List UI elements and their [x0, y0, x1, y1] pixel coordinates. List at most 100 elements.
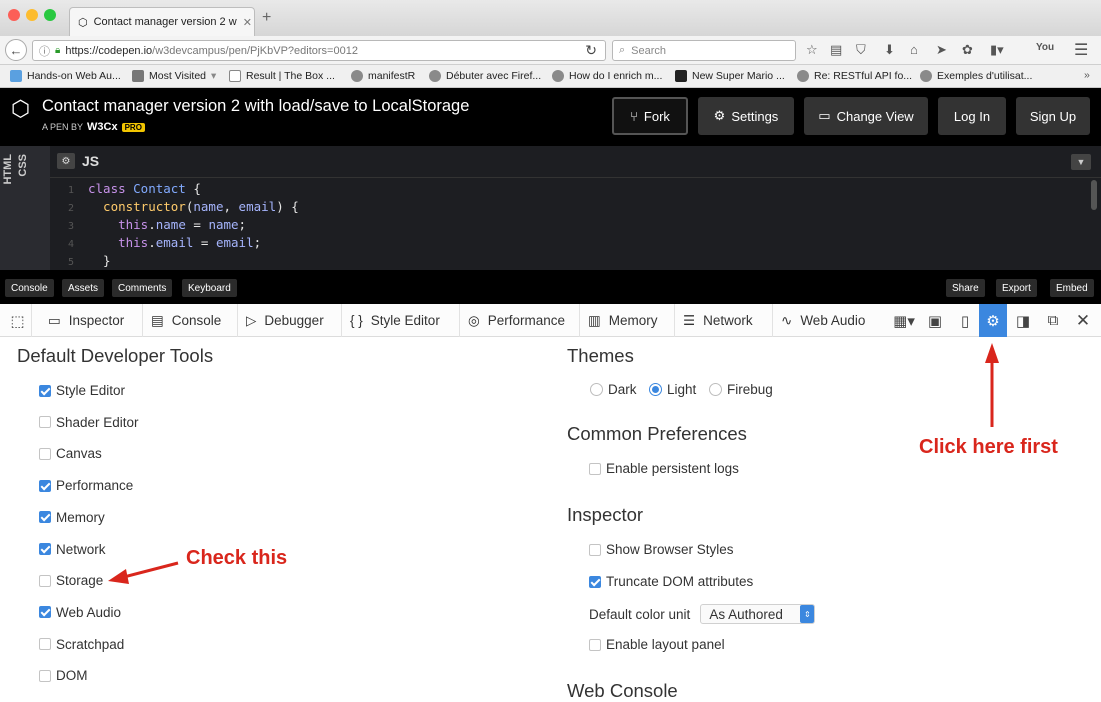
- code-token: name: [155, 217, 186, 232]
- search-placeholder: Search: [631, 44, 667, 57]
- close-tab-icon[interactable]: ✕: [243, 16, 252, 29]
- minimize-window-icon[interactable]: [26, 9, 38, 21]
- settings-gear-icon[interactable]: ⚙: [979, 304, 1007, 337]
- annotation-arrows: [108, 343, 999, 584]
- bookmark-star-icon[interactable]: ☆: [806, 42, 818, 58]
- navigation-bar: ← ⓘ 🔒︎ https://codepen.io/w3devcampus/pe…: [0, 36, 1101, 65]
- url-path: /w3devcampus/pen/PjKbVP?editors=0012: [152, 44, 358, 57]
- split-console-icon[interactable]: ▣: [921, 304, 949, 337]
- code-line[interactable]: 1 class Contact {: [50, 181, 1090, 199]
- footer-assets-button[interactable]: Assets: [62, 279, 105, 297]
- bookmark-item[interactable]: Re: RESTful API fo...: [797, 70, 912, 82]
- bookmark-item[interactable]: Most Visited ▾: [132, 70, 216, 82]
- close-icon[interactable]: ✕: [1069, 304, 1097, 337]
- bookmark-item[interactable]: manifestR: [351, 70, 415, 82]
- bookmark-item[interactable]: Hands-on Web Au...: [10, 70, 121, 82]
- login-button[interactable]: Log In: [938, 97, 1006, 135]
- code-token: }: [88, 253, 111, 268]
- codepen-logo-icon[interactable]: ⬡: [11, 96, 30, 122]
- code-line[interactable]: 4 this.email = email;: [50, 235, 1090, 253]
- footer-embed-button[interactable]: Embed: [1050, 279, 1094, 297]
- tab-performance[interactable]: ◎ Performance: [460, 304, 580, 337]
- tab-console[interactable]: ▤ Console: [143, 304, 238, 337]
- footer-console-button[interactable]: Console: [5, 279, 54, 297]
- footer-share-button[interactable]: Share: [946, 279, 985, 297]
- dock-side-icon[interactable]: ◨: [1009, 304, 1037, 337]
- amazon-icon: [675, 70, 687, 82]
- tab-style-editor[interactable]: { } Style Editor: [342, 304, 460, 337]
- tab-web-audio[interactable]: ∿ Web Audio: [773, 304, 883, 337]
- code-line[interactable]: 5 }: [50, 253, 1090, 271]
- bookmark-item[interactable]: Exemples d'utilisat...: [920, 70, 1032, 82]
- zoom-window-icon[interactable]: [44, 9, 56, 21]
- code-token: this: [88, 217, 149, 232]
- editor-settings-icon[interactable]: ⚙: [57, 153, 75, 169]
- more-bookmarks-icon[interactable]: »: [1084, 69, 1090, 81]
- globe-icon: [351, 70, 363, 82]
- code-token: ,: [223, 199, 239, 214]
- reading-list-icon[interactable]: ▤: [830, 42, 842, 58]
- info-icon[interactable]: ⓘ: [39, 43, 50, 59]
- pen-author[interactable]: W3Cx: [87, 121, 118, 133]
- code-token: this: [88, 235, 149, 250]
- code-token: .: [148, 235, 156, 250]
- pocket-icon[interactable]: ⛉: [856, 42, 866, 58]
- url-host: https://codepen.io: [65, 44, 153, 57]
- back-arrow-icon[interactable]: ←: [5, 39, 27, 61]
- responsive-mode-icon[interactable]: ▯: [951, 304, 979, 337]
- chevron-down-icon: ▾: [211, 70, 217, 82]
- code-token: ;: [253, 235, 262, 250]
- element-picker-icon[interactable]: ⬚: [4, 304, 32, 337]
- footer-export-button[interactable]: Export: [996, 279, 1037, 297]
- bookmark-item[interactable]: Débuter avec Firef...: [429, 70, 541, 82]
- chevron-down-icon[interactable]: ▼: [1071, 154, 1091, 170]
- code-line[interactable]: 3 this.name = name;: [50, 217, 1090, 235]
- code-line[interactable]: 2 constructor(name, email) {: [50, 199, 1090, 217]
- bookmarks-bar: Hands-on Web Au... Most Visited ▾ Result …: [0, 65, 1101, 88]
- arrow-left-annotation: [108, 561, 179, 584]
- browser-tab[interactable]: ⬡ Contact manager version 2 w ✕: [69, 7, 255, 36]
- tab-debugger[interactable]: ▷ Debugger: [238, 304, 342, 337]
- home-icon[interactable]: ⌂: [910, 42, 918, 57]
- undock-window-icon[interactable]: ⧉: [1039, 304, 1067, 337]
- tab-network[interactable]: ☰ Network: [675, 304, 773, 337]
- close-window-icon[interactable]: [8, 9, 20, 21]
- signup-button[interactable]: Sign Up: [1016, 97, 1090, 135]
- tab-memory[interactable]: ▥ Memory: [580, 304, 675, 337]
- tab-title: Contact manager version 2 w: [93, 16, 237, 28]
- arrow-up-annotation: [985, 343, 999, 427]
- code-token: =: [193, 235, 216, 250]
- settings-button[interactable]: ⚙ Settings: [698, 97, 794, 135]
- url-bar[interactable]: ⓘ 🔒︎ https://codepen.io/w3devcampus/pen/…: [32, 40, 606, 61]
- pen-title[interactable]: Contact manager version 2 with load/save…: [42, 97, 469, 116]
- youtube-icon[interactable]: You: [1036, 42, 1054, 53]
- memory-icon: ▥: [588, 312, 601, 328]
- bookmark-item[interactable]: Result | The Box ...: [229, 70, 335, 82]
- reload-icon[interactable]: ↻: [585, 42, 597, 59]
- frame-select-icon[interactable]: ▦▾: [886, 304, 922, 337]
- footer-keyboard-button[interactable]: Keyboard: [182, 279, 237, 297]
- search-field[interactable]: ⌕ Search: [612, 40, 796, 61]
- tab-inspector[interactable]: ▭ Inspector: [40, 304, 143, 337]
- codepen-header: ⬡ Contact manager version 2 with load/sa…: [0, 88, 1101, 146]
- line-number: 2: [67, 203, 74, 214]
- fork-button[interactable]: ⑂ Fork: [612, 97, 688, 135]
- send-icon[interactable]: ➤: [936, 42, 947, 58]
- bookmark-label: Most Visited: [149, 70, 206, 82]
- fork-icon: ⑂: [630, 108, 638, 124]
- code-token: {: [185, 181, 201, 196]
- new-tab-icon[interactable]: +: [262, 9, 271, 27]
- colorful-extension-icon[interactable]: ✿: [962, 42, 973, 58]
- download-icon[interactable]: ⬇: [884, 42, 895, 58]
- tab-label: Memory: [608, 313, 658, 328]
- bookmark-item[interactable]: How do I enrich m...: [552, 70, 662, 82]
- css-tab[interactable]: CSS: [17, 154, 35, 177]
- extension-icon[interactable]: ▮▾: [990, 42, 1004, 58]
- bookmark-item[interactable]: New Super Mario ...: [675, 70, 785, 82]
- menu-icon[interactable]: ☰: [1074, 40, 1088, 60]
- tab-label: Debugger: [264, 313, 324, 328]
- editor-scrollbar[interactable]: [1091, 180, 1097, 210]
- code-token: email: [215, 235, 254, 250]
- change-view-button[interactable]: ▭ Change View: [804, 97, 928, 135]
- footer-comments-button[interactable]: Comments: [112, 279, 173, 297]
